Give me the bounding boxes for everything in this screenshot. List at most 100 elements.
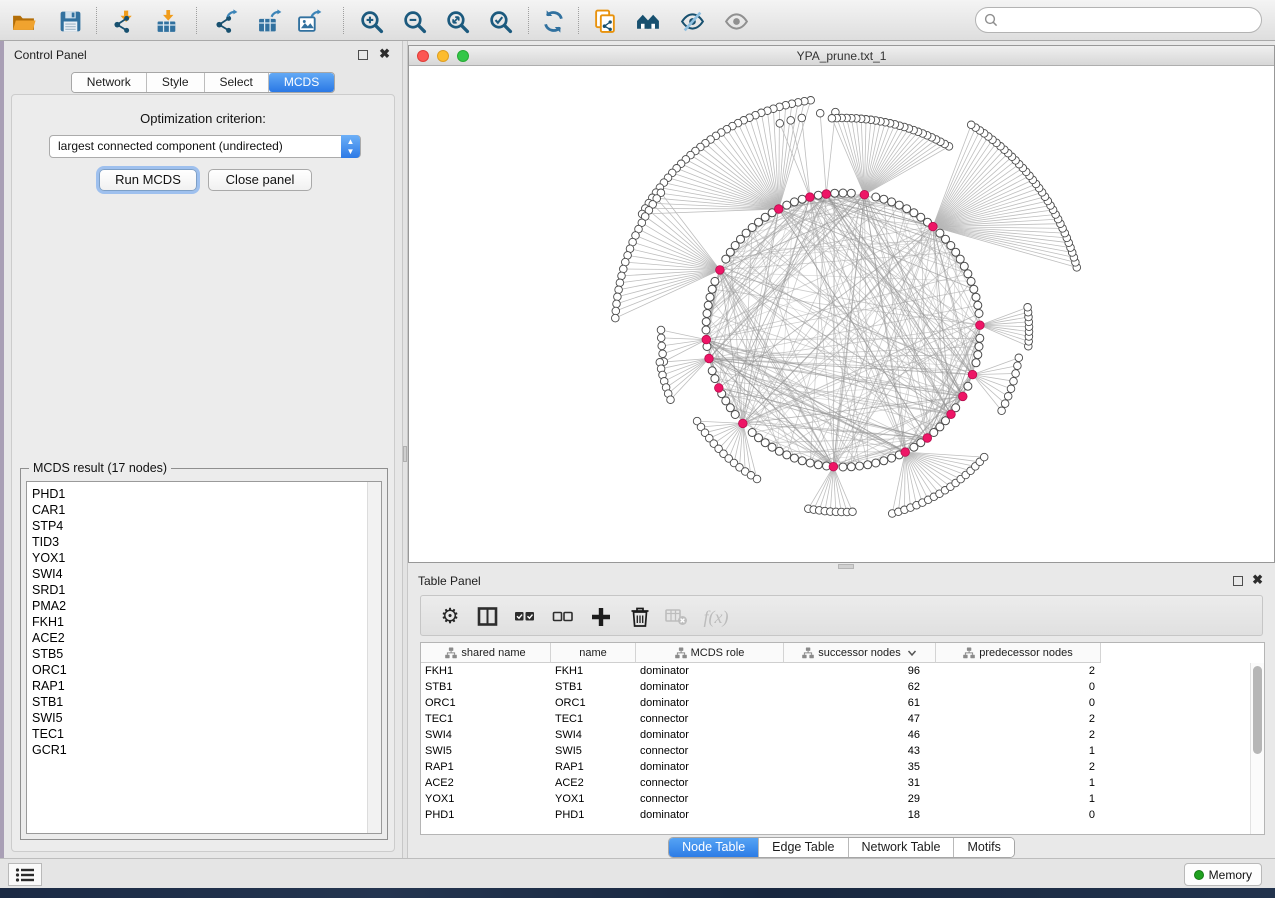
tab-motifs[interactable]: Motifs	[954, 838, 1013, 857]
mcds-result-title: MCDS result (17 nodes)	[29, 461, 171, 475]
mcds-result-node[interactable]: ACE2	[27, 630, 381, 646]
mcds-result-node[interactable]: TEC1	[27, 726, 381, 742]
close-panel-icon[interactable]: ✖	[379, 46, 390, 62]
task-history-button[interactable]	[8, 863, 42, 886]
zoom-in-button[interactable]	[356, 6, 386, 36]
export-network-button[interactable]	[210, 6, 240, 36]
search-input[interactable]	[998, 10, 1261, 30]
network-graph-canvas[interactable]	[409, 66, 1274, 567]
first-neighbors-icon	[636, 9, 661, 34]
tab-edge-table[interactable]: Edge Table	[759, 838, 848, 857]
horizontal-splitter[interactable]	[408, 563, 1275, 570]
import-network-button[interactable]	[108, 6, 138, 36]
mcds-result-node[interactable]: ORC1	[27, 662, 381, 678]
mcds-result-node[interactable]: SWI5	[27, 710, 381, 726]
criterion-dropdown[interactable]: largest connected component (undirected)…	[49, 135, 361, 158]
mcds-result-node[interactable]: STB1	[27, 694, 381, 710]
table-row[interactable]: RAP1RAP1dominator352	[421, 759, 1101, 775]
toolbar-separator	[578, 7, 579, 34]
column-header-name[interactable]: name	[551, 643, 636, 663]
column-header-successor-nodes[interactable]: successor nodes	[784, 643, 936, 663]
task-list-icon	[15, 867, 35, 883]
table-scrollbar-thumb[interactable]	[1253, 666, 1262, 754]
table-settings-button[interactable]: ⚙	[437, 604, 463, 630]
new-network-from-selection-button[interactable]	[590, 6, 620, 36]
tab-network-table[interactable]: Network Table	[849, 838, 955, 857]
mcds-result-node[interactable]: PHD1	[27, 486, 381, 502]
table-row[interactable]: SWI4SWI4dominator462	[421, 727, 1101, 743]
tab-select[interactable]: Select	[205, 73, 269, 92]
cell-MCDS-role: dominator	[636, 727, 784, 743]
run-mcds-button[interactable]: Run MCDS	[99, 169, 197, 191]
table-row[interactable]: PHD1PHD1dominator180	[421, 807, 1101, 823]
import-table-button[interactable]	[152, 6, 182, 36]
mcds-result-node[interactable]: STP4	[27, 518, 381, 534]
export-table-button[interactable]	[254, 6, 284, 36]
cell-successor-nodes: 46	[784, 727, 936, 743]
table-row[interactable]: YOX1YOX1connector291	[421, 791, 1101, 807]
table-row[interactable]: FKH1FKH1dominator962	[421, 663, 1101, 679]
optimization-criterion-label: Optimization criterion:	[12, 111, 394, 126]
mcds-result-node[interactable]: SWI4	[27, 566, 381, 582]
table-row[interactable]: SWI5SWI5connector431	[421, 743, 1101, 759]
float-table-panel-icon[interactable]	[1233, 576, 1243, 586]
tab-mcds[interactable]: MCDS	[269, 73, 334, 92]
show-all-button[interactable]	[721, 6, 751, 36]
vertical-splitter-handle[interactable]	[403, 446, 407, 462]
mcds-result-list[interactable]: PHD1CAR1STP4TID3YOX1SWI4SRD1PMA2FKH1ACE2…	[26, 481, 382, 834]
close-panel-button[interactable]: Close panel	[208, 169, 312, 191]
tab-network[interactable]: Network	[72, 73, 147, 92]
float-panel-icon[interactable]	[358, 50, 368, 60]
zoom-fit-button[interactable]	[442, 6, 472, 36]
horizontal-splitter-handle[interactable]	[838, 564, 854, 569]
cell-predecessor-nodes: 1	[936, 775, 1101, 791]
open-file-icon	[11, 9, 36, 34]
mcds-result-node[interactable]: STB5	[27, 646, 381, 662]
mcds-result-node[interactable]: TID3	[27, 534, 381, 550]
mcds-result-node[interactable]: CAR1	[27, 502, 381, 518]
search-field[interactable]	[975, 7, 1262, 33]
zoom-selected-button[interactable]	[485, 6, 515, 36]
column-header-label: shared name	[461, 647, 525, 659]
delete-column-button[interactable]	[627, 604, 653, 630]
column-header-MCDS-role[interactable]: MCDS role	[636, 643, 784, 663]
table-row[interactable]: TEC1TEC1connector472	[421, 711, 1101, 727]
table-scrollbar-track[interactable]	[1250, 663, 1264, 834]
cell-successor-nodes: 47	[784, 711, 936, 727]
table-row[interactable]: ORC1ORC1dominator610	[421, 695, 1101, 711]
result-scrollbar-track[interactable]	[367, 482, 381, 833]
tab-style[interactable]: Style	[147, 73, 205, 92]
memory-button[interactable]: Memory	[1184, 863, 1262, 886]
cell-predecessor-nodes: 2	[936, 663, 1101, 679]
show-columns-button[interactable]	[475, 604, 501, 630]
mcds-result-node[interactable]: GCR1	[27, 742, 381, 758]
table-row[interactable]: STB1STB1dominator620	[421, 679, 1101, 695]
mcds-result-node[interactable]: FKH1	[27, 614, 381, 630]
export-image-button[interactable]	[294, 6, 324, 36]
column-header-shared-name[interactable]: shared name	[421, 643, 551, 663]
column-header-predecessor-nodes[interactable]: predecessor nodes	[936, 643, 1101, 663]
zoom-out-button[interactable]	[399, 6, 429, 36]
first-neighbors-button[interactable]	[633, 6, 663, 36]
add-column-button[interactable]	[588, 604, 614, 630]
control-panel-title: Control Panel	[14, 48, 87, 62]
select-all-button[interactable]	[512, 604, 538, 630]
node-table[interactable]: shared name nameMCDS rolesuccessor nodesp…	[420, 642, 1265, 835]
mcds-result-node[interactable]: RAP1	[27, 678, 381, 694]
network-window-titlebar[interactable]: YPA_prune.txt_1	[409, 46, 1274, 66]
deselect-all-button[interactable]	[550, 604, 576, 630]
mcds-result-node[interactable]: YOX1	[27, 550, 381, 566]
mcds-result-node[interactable]: PMA2	[27, 598, 381, 614]
save-session-button[interactable]	[55, 6, 85, 36]
refresh-layout-button[interactable]	[538, 6, 568, 36]
hide-selected-button[interactable]	[677, 6, 707, 36]
zoom-selected-icon	[488, 9, 513, 34]
close-table-panel-icon[interactable]: ✖	[1252, 572, 1263, 588]
table-panel-tabs: Node TableEdge TableNetwork TableMotifs	[408, 837, 1275, 858]
cell-shared-name: ACE2	[421, 775, 551, 791]
open-file-button[interactable]	[8, 6, 38, 36]
mcds-result-node[interactable]: SRD1	[27, 582, 381, 598]
tab-node-table[interactable]: Node Table	[669, 838, 759, 857]
table-row[interactable]: ACE2ACE2connector311	[421, 775, 1101, 791]
sort-desc-icon	[907, 649, 917, 657]
